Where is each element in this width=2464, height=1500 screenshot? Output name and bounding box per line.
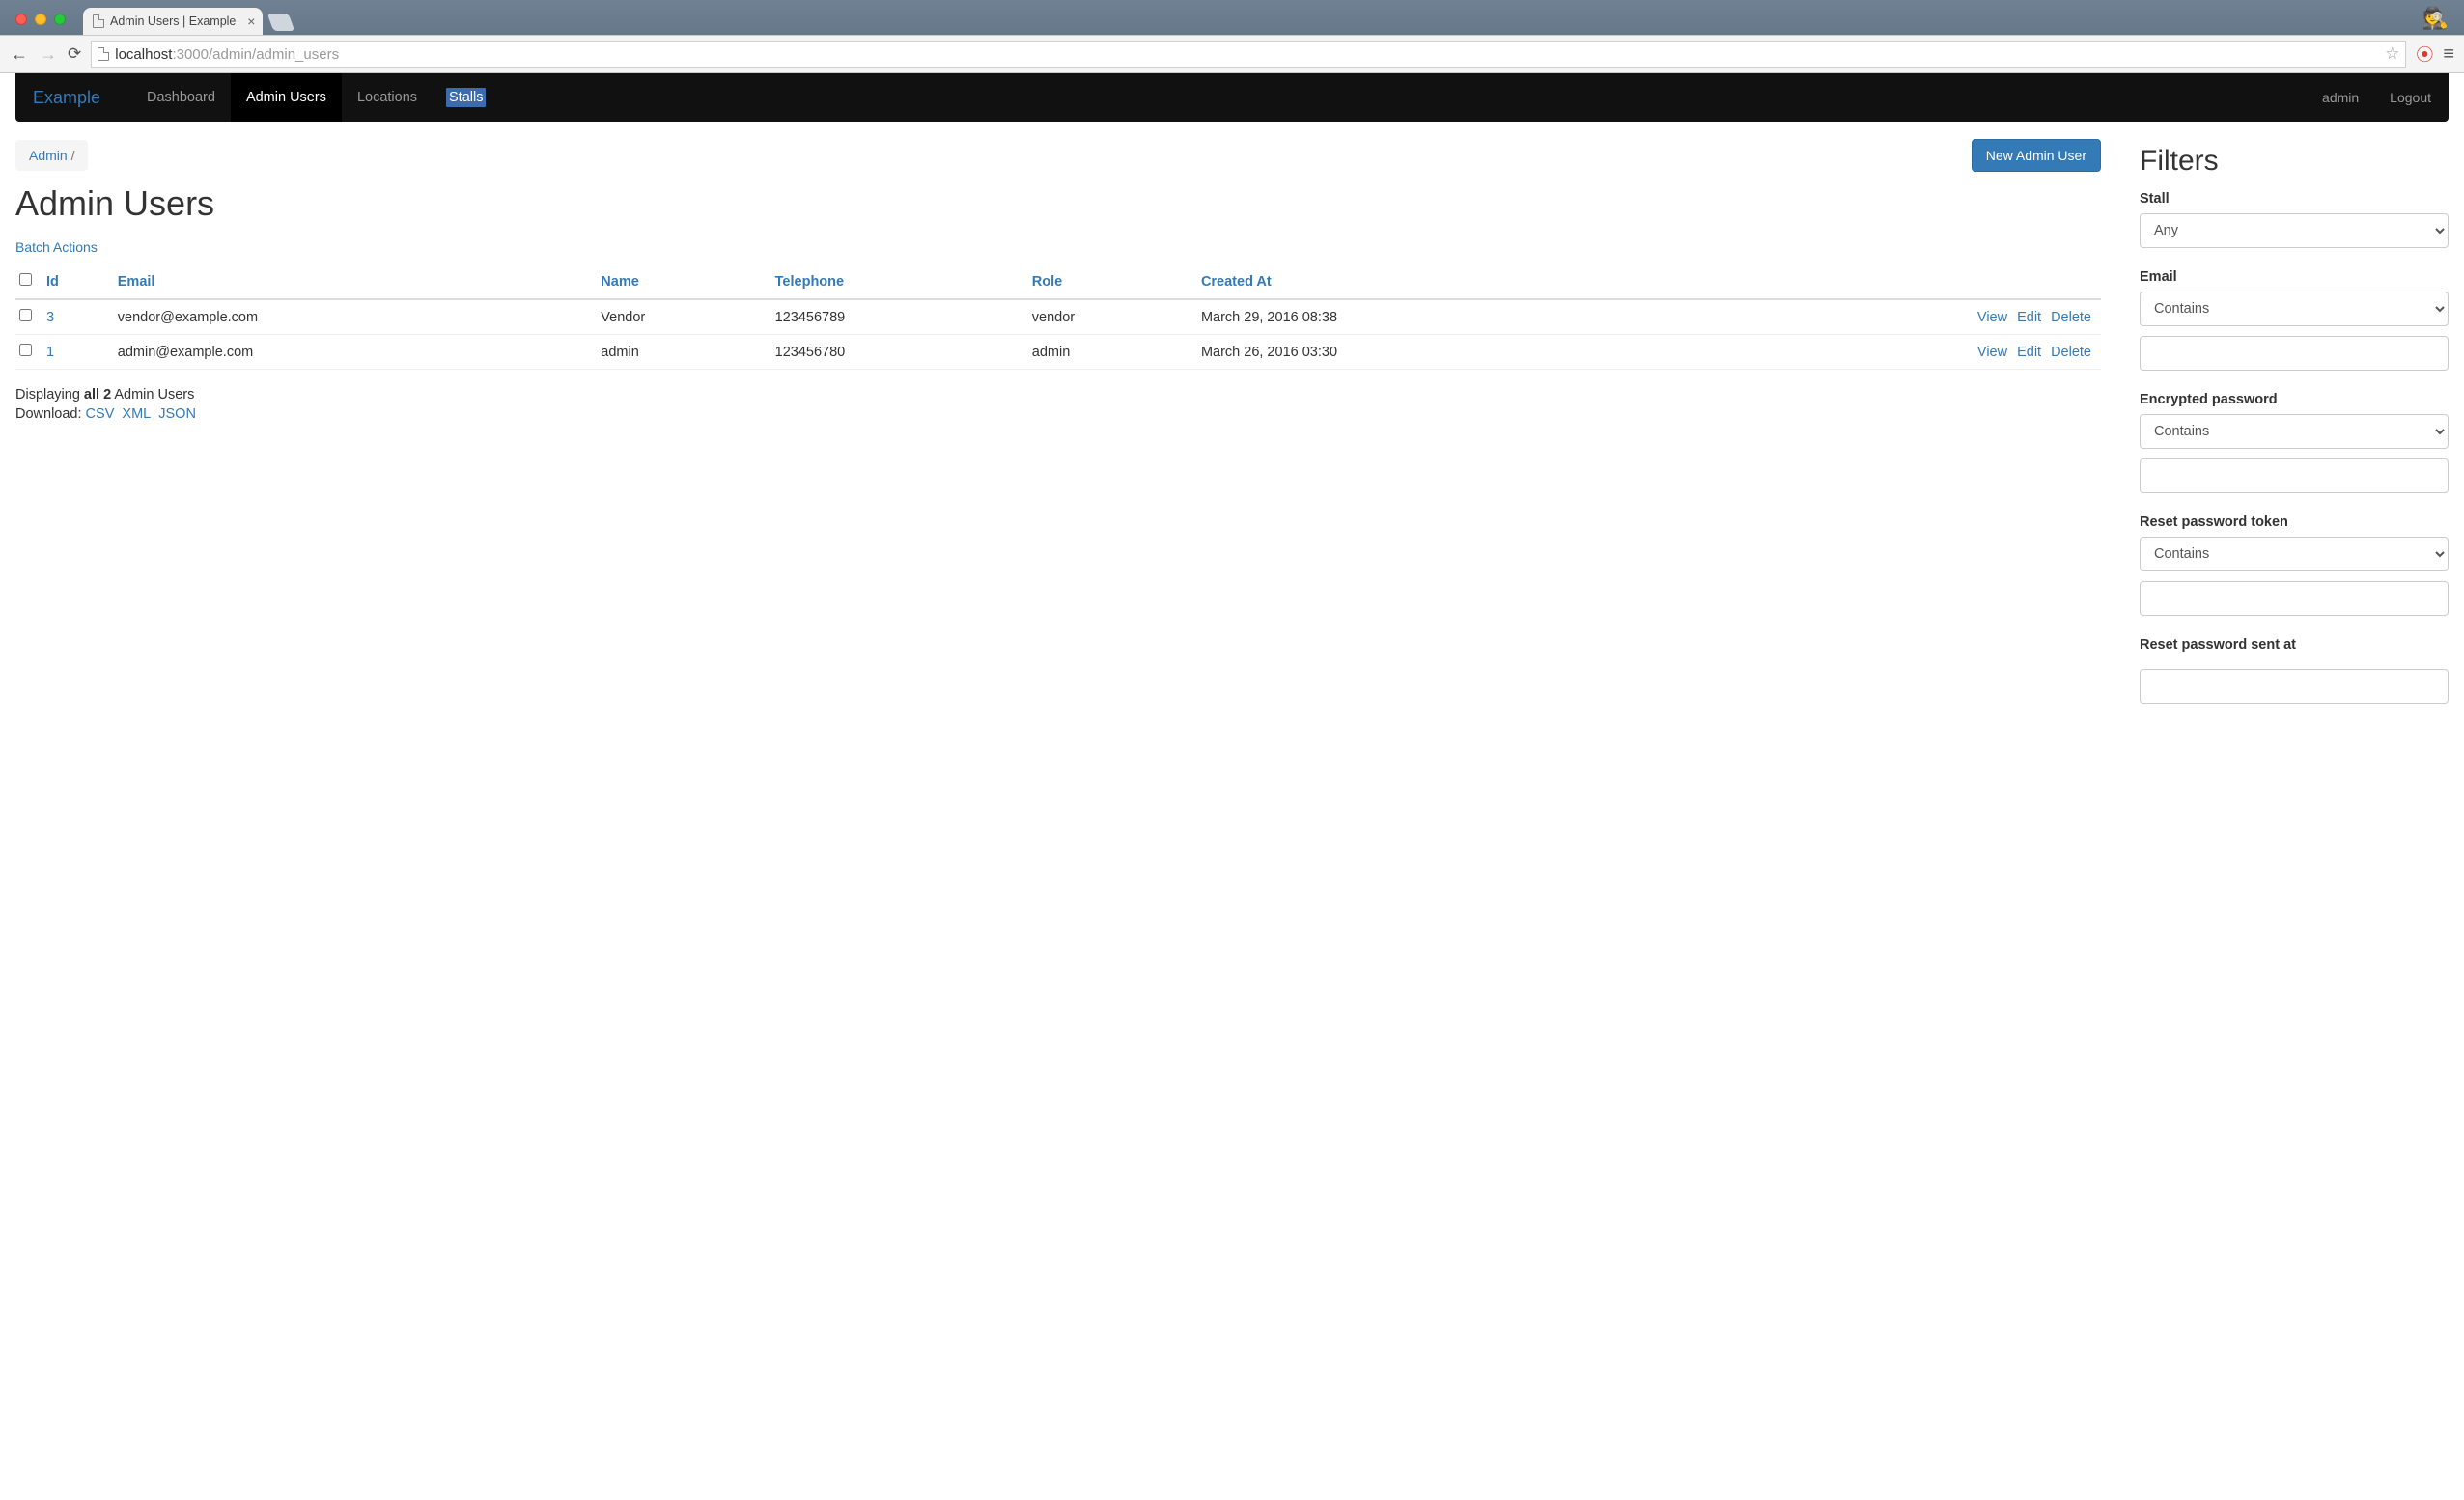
row-id-link[interactable]: 3 bbox=[46, 310, 54, 325]
download-json[interactable]: JSON bbox=[158, 406, 196, 422]
filter-label: Email bbox=[2140, 269, 2449, 285]
nav-stalls-wrap[interactable]: Stalls bbox=[433, 73, 499, 122]
tab-close-icon[interactable]: × bbox=[247, 14, 255, 28]
download-xml[interactable]: XML bbox=[122, 406, 151, 422]
row-delete[interactable]: Delete bbox=[2051, 345, 2091, 360]
row-name: Vendor bbox=[601, 299, 774, 335]
reload-button[interactable]: ⟳ bbox=[68, 44, 81, 64]
nav-locations[interactable]: Locations bbox=[342, 73, 433, 122]
filter-label: Reset password token bbox=[2140, 514, 2449, 530]
row-name: admin bbox=[601, 335, 774, 370]
window-traffic-lights bbox=[10, 6, 71, 35]
app-navbar: Example Dashboard Admin Users Locations … bbox=[15, 73, 2449, 122]
filter-group: Reset password token Contains bbox=[2140, 514, 2449, 616]
row-email: admin@example.com bbox=[118, 335, 602, 370]
filter-input[interactable] bbox=[2140, 336, 2449, 371]
browser-chrome: Admin Users | Example × 🕵 ← → ⟳ localhos… bbox=[0, 0, 2464, 73]
filters-title: Filters bbox=[2140, 145, 2449, 178]
row-telephone: 123456780 bbox=[775, 335, 1032, 370]
filter-select[interactable]: Contains bbox=[2140, 414, 2449, 449]
browser-tab-title: Admin Users | Example bbox=[110, 14, 236, 28]
filter-group: Email Contains bbox=[2140, 269, 2449, 371]
back-button[interactable]: ← bbox=[10, 44, 29, 65]
forward-button[interactable]: → bbox=[39, 44, 58, 65]
page: Example Dashboard Admin Users Locations … bbox=[0, 73, 2464, 764]
table-row: 1admin@example.comadmin123456780adminMar… bbox=[15, 335, 2101, 370]
row-role: admin bbox=[1032, 335, 1201, 370]
window-zoom-icon[interactable] bbox=[54, 14, 66, 25]
row-edit[interactable]: Edit bbox=[2017, 310, 2041, 325]
row-email: vendor@example.com bbox=[118, 299, 602, 335]
new-tab-button[interactable] bbox=[267, 14, 295, 31]
breadcrumb-admin[interactable]: Admin bbox=[29, 148, 68, 163]
batch-actions-link[interactable]: Batch Actions bbox=[15, 239, 98, 255]
browser-toolbar: ← → ⟳ localhost:3000/admin/admin_users ☆… bbox=[0, 35, 2464, 73]
row-checkbox[interactable] bbox=[19, 344, 32, 356]
col-actions bbox=[1671, 264, 2101, 299]
table-row: 3 vendor@example.comVendor123456789vendor… bbox=[15, 299, 2101, 335]
row-checkbox[interactable] bbox=[19, 309, 32, 321]
download-csv[interactable]: CSV bbox=[86, 406, 115, 422]
filter-select[interactable]: Any bbox=[2140, 213, 2449, 248]
window-close-icon[interactable] bbox=[15, 14, 27, 25]
col-name[interactable]: Name bbox=[601, 264, 774, 299]
col-role[interactable]: Role bbox=[1032, 264, 1201, 299]
filter-input[interactable] bbox=[2140, 669, 2449, 704]
page-title: Admin Users bbox=[15, 183, 2101, 224]
row-delete[interactable]: Delete bbox=[2051, 310, 2091, 325]
download-links: Download: CSV XML JSON bbox=[15, 406, 2101, 422]
filter-group: Reset password sent at bbox=[2140, 637, 2449, 704]
nav-dashboard[interactable]: Dashboard bbox=[131, 73, 231, 122]
filter-label: Stall bbox=[2140, 191, 2449, 207]
admin-users-table: Id Email Name Telephone Role Created At … bbox=[15, 264, 2101, 370]
filter-group: Stall Any bbox=[2140, 191, 2449, 248]
file-icon bbox=[93, 14, 104, 28]
filter-select[interactable]: Contains bbox=[2140, 537, 2449, 571]
row-telephone: 123456789 bbox=[775, 299, 1032, 335]
ublock-icon[interactable]: ⦿ bbox=[2416, 42, 2433, 67]
new-admin-user-button[interactable]: New Admin User bbox=[1972, 139, 2101, 172]
results-summary: Displaying all 2 Admin Users bbox=[15, 387, 2101, 403]
bookmark-icon[interactable]: ☆ bbox=[2385, 44, 2399, 64]
col-created[interactable]: Created At bbox=[1201, 264, 1671, 299]
row-view[interactable]: View bbox=[1977, 310, 2007, 325]
breadcrumb: Admin / bbox=[15, 140, 88, 171]
filter-input[interactable] bbox=[2140, 581, 2449, 616]
col-email[interactable]: Email bbox=[118, 264, 602, 299]
browser-tab[interactable]: Admin Users | Example × bbox=[83, 8, 263, 35]
browser-menu-icon[interactable]: ≡ bbox=[2443, 43, 2454, 66]
col-id[interactable]: Id bbox=[46, 264, 118, 299]
row-created-at: March 26, 2016 03:30 bbox=[1201, 335, 1671, 370]
filter-label: Encrypted password bbox=[2140, 392, 2449, 407]
incognito-icon: 🕵 bbox=[2422, 6, 2449, 31]
row-view[interactable]: View bbox=[1977, 345, 2007, 360]
window-minimize-icon[interactable] bbox=[35, 14, 46, 25]
filter-select[interactable]: Contains bbox=[2140, 292, 2449, 326]
filter-label: Reset password sent at bbox=[2140, 637, 2449, 653]
file-icon bbox=[98, 47, 109, 61]
col-checkbox bbox=[15, 264, 46, 299]
nav-admin-users[interactable]: Admin Users bbox=[231, 73, 342, 122]
row-edit[interactable]: Edit bbox=[2017, 345, 2041, 360]
col-telephone[interactable]: Telephone bbox=[775, 264, 1032, 299]
url-text: localhost:3000/admin/admin_users bbox=[115, 46, 339, 63]
brand-link[interactable]: Example bbox=[15, 88, 131, 108]
row-role: vendor bbox=[1032, 299, 1201, 335]
row-id-link[interactable]: 1 bbox=[46, 345, 54, 360]
filters-panel: Filters StallAnyEmailContainsEncrypted p… bbox=[2140, 139, 2449, 725]
row-created-at: March 29, 2016 08:38 bbox=[1201, 299, 1671, 335]
select-all-checkbox[interactable] bbox=[19, 273, 32, 286]
nav-current-user[interactable]: admin bbox=[2309, 90, 2372, 105]
nav-stalls[interactable]: Stalls bbox=[446, 88, 486, 107]
browser-titlebar: Admin Users | Example × 🕵 bbox=[0, 0, 2464, 35]
address-bar[interactable]: localhost:3000/admin/admin_users ☆ bbox=[91, 41, 2406, 68]
filter-group: Encrypted password Contains bbox=[2140, 392, 2449, 493]
nav-logout[interactable]: Logout bbox=[2372, 90, 2449, 105]
filter-input[interactable] bbox=[2140, 458, 2449, 493]
